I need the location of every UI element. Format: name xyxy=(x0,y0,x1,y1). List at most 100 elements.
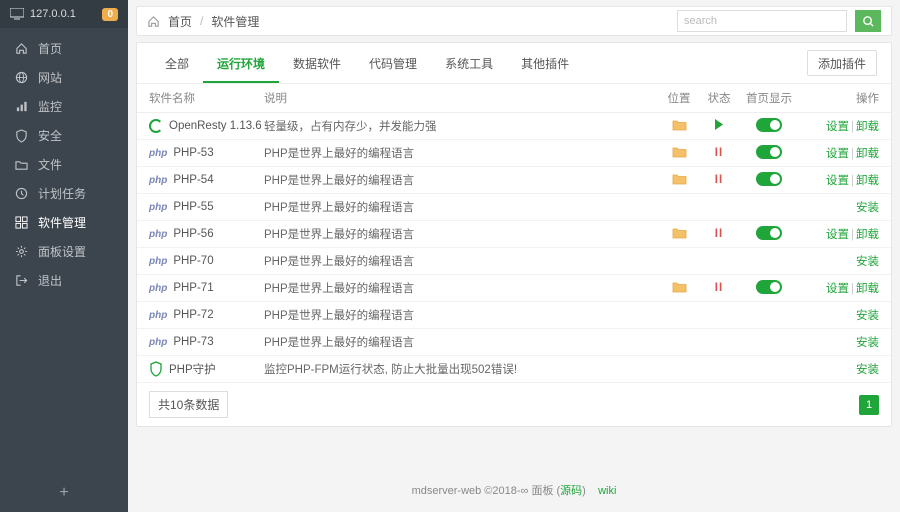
add-plugin-button[interactable]: 添加插件 xyxy=(807,50,877,76)
tab-3[interactable]: 代码管理 xyxy=(355,43,431,83)
sidebar-item-folder[interactable]: 文件 xyxy=(0,150,128,179)
breadcrumb-sep: / xyxy=(200,14,203,28)
folder-icon[interactable] xyxy=(672,227,687,239)
table-row: phpPHP-71PHP是世界上最好的编程语言II设置|卸载 xyxy=(137,275,891,302)
tab-1[interactable]: 运行环境 xyxy=(203,43,279,83)
col-status: 状态 xyxy=(699,90,739,106)
sidebar-item-label: 网站 xyxy=(38,69,62,86)
php-icon: php xyxy=(149,256,167,267)
gear-icon xyxy=(14,245,28,259)
uninstall-link[interactable]: 卸载 xyxy=(856,148,879,160)
sidebar-header: 127.0.0.1 0 xyxy=(0,0,128,28)
software-name: PHP守护 xyxy=(169,361,216,377)
sidebar-item-label: 计划任务 xyxy=(38,185,86,202)
pause-icon[interactable]: II xyxy=(715,228,723,240)
software-name: PHP-54 xyxy=(173,174,213,186)
pause-icon[interactable]: II xyxy=(715,174,723,186)
table-row: OpenResty 1.13.6轻量级，占有内存少，并发能力强设置|卸载 xyxy=(137,113,891,140)
uninstall-link[interactable]: 卸载 xyxy=(856,229,879,241)
sidebar-item-globe[interactable]: 网站 xyxy=(0,63,128,92)
software-name: PHP-72 xyxy=(173,309,213,321)
settings-link[interactable]: 设置 xyxy=(826,121,849,133)
notification-badge[interactable]: 0 xyxy=(102,8,118,21)
folder-icon[interactable] xyxy=(672,173,687,185)
table-row: phpPHP-56PHP是世界上最好的编程语言II设置|卸载 xyxy=(137,221,891,248)
php-icon: php xyxy=(149,229,167,240)
table-row: phpPHP-54PHP是世界上最好的编程语言II设置|卸载 xyxy=(137,167,891,194)
folder-icon xyxy=(14,158,28,172)
homepage-toggle[interactable] xyxy=(756,118,782,132)
install-link[interactable]: 安装 xyxy=(856,337,879,349)
php-icon: php xyxy=(149,175,167,186)
pause-icon[interactable]: II xyxy=(715,282,723,294)
search-button[interactable] xyxy=(855,10,881,32)
sidebar-item-label: 退出 xyxy=(38,272,62,289)
table-footer: 共10条数据 1 xyxy=(137,383,891,426)
table-row: PHP守护监控PHP-FPM运行状态, 防止大批量出现502错误!安装 xyxy=(137,356,891,383)
software-desc: PHP是世界上最好的编程语言 xyxy=(264,226,659,242)
sidebar-item-label: 面板设置 xyxy=(38,243,86,260)
uninstall-link[interactable]: 卸载 xyxy=(856,283,879,295)
settings-link[interactable]: 设置 xyxy=(826,175,849,187)
software-desc: PHP是世界上最好的编程语言 xyxy=(264,253,659,269)
wiki-link[interactable]: wiki xyxy=(598,485,616,497)
grid-icon xyxy=(14,216,28,230)
install-link[interactable]: 安装 xyxy=(856,256,879,268)
search-icon xyxy=(862,15,875,28)
search-input[interactable] xyxy=(677,10,847,32)
settings-link[interactable]: 设置 xyxy=(826,229,849,241)
table-row: phpPHP-72PHP是世界上最好的编程语言安装 xyxy=(137,302,891,329)
homepage-toggle[interactable] xyxy=(756,145,782,159)
chart-icon xyxy=(14,100,28,114)
sidebar-item-label: 软件管理 xyxy=(38,214,86,231)
folder-icon[interactable] xyxy=(672,281,687,293)
software-desc: PHP是世界上最好的编程语言 xyxy=(264,334,659,350)
homepage-toggle[interactable] xyxy=(756,280,782,294)
sidebar-item-shield[interactable]: 安全 xyxy=(0,121,128,150)
folder-icon[interactable] xyxy=(672,146,687,158)
footer: mdserver-web ©2018-∞ 面板 (源码) wiki xyxy=(128,468,900,512)
play-icon[interactable] xyxy=(714,119,724,130)
homepage-toggle[interactable] xyxy=(756,172,782,186)
breadcrumb-home[interactable]: 首页 xyxy=(168,13,192,30)
page-number[interactable]: 1 xyxy=(859,395,879,415)
settings-link[interactable]: 设置 xyxy=(826,148,849,160)
software-name: PHP-53 xyxy=(173,147,213,159)
uninstall-link[interactable]: 卸载 xyxy=(856,175,879,187)
table-header: 软件名称 说明 位置 状态 首页显示 操作 xyxy=(137,83,891,113)
install-link[interactable]: 安装 xyxy=(856,202,879,214)
install-link[interactable]: 安装 xyxy=(856,364,879,376)
sidebar-item-label: 首页 xyxy=(38,40,62,57)
software-name: PHP-70 xyxy=(173,255,213,267)
server-ip: 127.0.0.1 xyxy=(10,7,76,21)
col-show: 首页显示 xyxy=(739,90,799,106)
settings-link[interactable]: 设置 xyxy=(826,283,849,295)
sidebar-item-home[interactable]: 首页 xyxy=(0,34,128,63)
software-name: PHP-55 xyxy=(173,201,213,213)
col-name: 软件名称 xyxy=(149,90,264,106)
sidebar-add[interactable]: + xyxy=(0,474,128,512)
software-name: PHP-71 xyxy=(173,282,213,294)
sidebar-item-clock[interactable]: 计划任务 xyxy=(0,179,128,208)
tab-0[interactable]: 全部 xyxy=(151,43,203,83)
monitor-icon xyxy=(10,7,24,21)
home-icon[interactable] xyxy=(147,15,160,28)
pause-icon[interactable]: II xyxy=(715,147,723,159)
folder-icon[interactable] xyxy=(672,119,687,131)
tab-4[interactable]: 系统工具 xyxy=(431,43,507,83)
tab-5[interactable]: 其他插件 xyxy=(507,43,583,83)
sidebar-item-grid[interactable]: 软件管理 xyxy=(0,208,128,237)
source-link[interactable]: 源码 xyxy=(560,485,582,497)
homepage-toggle[interactable] xyxy=(756,226,782,240)
tab-2[interactable]: 数据软件 xyxy=(279,43,355,83)
software-desc: PHP是世界上最好的编程语言 xyxy=(264,172,659,188)
sidebar: 127.0.0.1 0 首页网站监控安全文件计划任务软件管理面板设置退出 + xyxy=(0,0,128,512)
software-panel: 全部运行环境数据软件代码管理系统工具其他插件 添加插件 软件名称 说明 位置 状态… xyxy=(136,42,892,427)
uninstall-link[interactable]: 卸载 xyxy=(856,121,879,133)
guard-icon xyxy=(149,361,163,377)
sidebar-item-exit[interactable]: 退出 xyxy=(0,266,128,295)
sidebar-item-gear[interactable]: 面板设置 xyxy=(0,237,128,266)
install-link[interactable]: 安装 xyxy=(856,310,879,322)
sidebar-item-label: 监控 xyxy=(38,98,62,115)
sidebar-item-chart[interactable]: 监控 xyxy=(0,92,128,121)
